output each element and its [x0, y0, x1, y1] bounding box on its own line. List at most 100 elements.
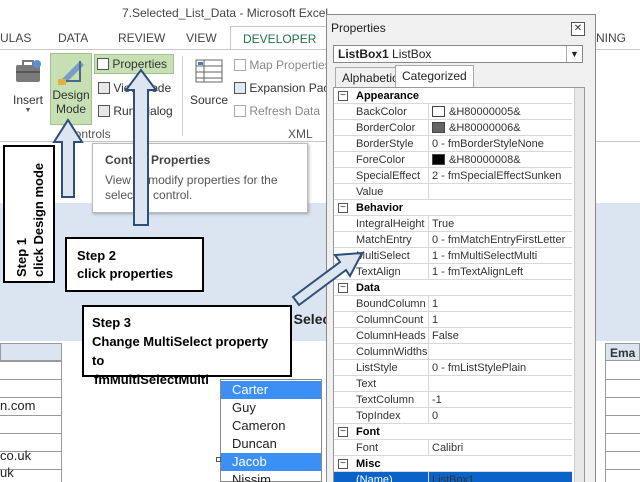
- property-category[interactable]: − Misc: [334, 456, 572, 472]
- property-row[interactable]: (Name) ListBox1: [334, 472, 572, 482]
- tab-planning[interactable]: NING: [596, 31, 626, 45]
- property-name: Font: [356, 426, 380, 438]
- property-value: 1 - fmMultiSelectMulti: [432, 250, 538, 262]
- property-value-cell[interactable]: 0 - fmMatchEntryFirstLetter: [432, 234, 565, 246]
- property-row[interactable]: TextAlign 1 - fmTextAlignLeft: [334, 264, 572, 280]
- property-row[interactable]: Value: [334, 184, 572, 200]
- run-dialog-button[interactable]: Run Dialog: [98, 104, 173, 118]
- property-separator: [428, 152, 429, 168]
- collapse-icon[interactable]: −: [338, 427, 348, 437]
- property-value-cell[interactable]: 2 - fmSpecialEffectSunken: [432, 170, 561, 182]
- design-mode-button[interactable]: Design Mode: [50, 53, 92, 125]
- property-name: Font: [356, 442, 379, 454]
- listbox-item[interactable]: Guy: [221, 399, 321, 417]
- property-value: -1: [432, 394, 442, 406]
- property-value-cell[interactable]: 1: [432, 298, 438, 310]
- property-row[interactable]: BackColor &H80000005&: [334, 104, 572, 120]
- property-row[interactable]: BorderColor &H80000006&: [334, 120, 572, 136]
- property-row[interactable]: MatchEntry 0 - fmMatchEntryFirstLetter: [334, 232, 572, 248]
- property-row[interactable]: Text: [334, 376, 572, 392]
- property-category[interactable]: − Data: [334, 280, 572, 296]
- listbox-item[interactable]: Cameron: [221, 417, 321, 435]
- grid-line: [605, 451, 640, 452]
- step2-title: Step 2: [77, 248, 117, 263]
- listbox-item[interactable]: Duncan: [221, 435, 321, 453]
- collapse-icon[interactable]: −: [338, 459, 348, 469]
- property-row[interactable]: Font Calibri: [334, 440, 572, 456]
- property-value-cell[interactable]: &H80000005&: [432, 106, 521, 118]
- property-row[interactable]: SpecialEffect 2 - fmSpecialEffectSunken: [334, 168, 572, 184]
- tab-review[interactable]: REVIEW: [118, 31, 165, 45]
- close-icon[interactable]: ✕: [571, 22, 585, 36]
- listbox[interactable]: Carter Guy Cameron Duncan Jacob Nissim: [220, 379, 322, 482]
- property-row[interactable]: TopIndex 0: [334, 408, 572, 424]
- property-category[interactable]: − Behavior: [334, 200, 572, 216]
- property-value-cell[interactable]: 0 - fmListStylePlain: [432, 362, 526, 374]
- property-separator: [428, 312, 429, 328]
- map-properties-button[interactable]: Map Properties: [234, 58, 331, 72]
- property-value: 0: [432, 410, 439, 422]
- listbox-item-selected[interactable]: Jacob: [221, 453, 321, 471]
- property-row[interactable]: ColumnWidths: [334, 344, 572, 360]
- grid-line: [0, 379, 62, 380]
- property-value-cell[interactable]: &H80000006&: [432, 122, 521, 134]
- step1-box: Step 1 click Design mode: [3, 145, 55, 283]
- property-category[interactable]: − Font: [334, 424, 572, 440]
- tab-data[interactable]: DATA: [58, 31, 88, 45]
- controls-group-label: Controls: [66, 127, 111, 141]
- property-value-cell[interactable]: 1 - fmTextAlignLeft: [432, 266, 523, 278]
- property-row[interactable]: ColumnHeads False: [334, 328, 572, 344]
- property-row[interactable]: ForeColor &H80000008&: [334, 152, 572, 168]
- property-separator: [428, 472, 429, 482]
- view-code-button[interactable]: View Code: [98, 81, 171, 95]
- property-value-cell[interactable]: 1: [432, 314, 438, 326]
- property-separator: [428, 376, 429, 392]
- source-button[interactable]: Source: [188, 58, 230, 107]
- property-row[interactable]: ColumnCount 1: [334, 312, 572, 328]
- tab-developer[interactable]: DEVELOPER: [230, 26, 330, 50]
- property-value-cell[interactable]: Calibri: [432, 442, 463, 454]
- property-separator: [428, 392, 429, 408]
- property-category[interactable]: − Appearance: [334, 88, 572, 104]
- collapse-icon[interactable]: −: [338, 283, 348, 293]
- tab-formulas[interactable]: ULAS: [0, 31, 31, 45]
- property-value-cell[interactable]: 0 - fmBorderStyleNone: [432, 138, 544, 150]
- property-row[interactable]: TextColumn -1: [334, 392, 572, 408]
- property-name: ForeColor: [356, 154, 405, 166]
- tab-categorized[interactable]: Categorized: [395, 65, 474, 87]
- collapse-icon[interactable]: −: [338, 203, 348, 213]
- toolbox-icon: [16, 60, 41, 82]
- property-value-cell[interactable]: 1 - fmMultiSelectMulti: [432, 250, 537, 262]
- property-separator: [428, 264, 429, 280]
- property-row[interactable]: MultiSelect 1 - fmMultiSelectMulti: [334, 248, 572, 264]
- object-selector[interactable]: ListBox1 ListBox ▼: [333, 45, 583, 63]
- property-scrollbar[interactable]: [574, 88, 584, 482]
- property-row[interactable]: BoundColumn 1: [334, 296, 572, 312]
- insert-button[interactable]: Insert ▼: [10, 56, 46, 114]
- map-properties-icon: [234, 59, 246, 71]
- collapse-icon[interactable]: −: [338, 91, 348, 101]
- property-name: IntegralHeight: [356, 218, 425, 230]
- resize-handle[interactable]: [216, 457, 221, 462]
- tab-view[interactable]: VIEW: [186, 31, 217, 45]
- property-name: TextAlign: [356, 266, 401, 278]
- property-separator: [428, 136, 429, 152]
- property-row[interactable]: ListStyle 0 - fmListStylePlain: [334, 360, 572, 376]
- chevron-down-icon[interactable]: ▼: [566, 46, 582, 62]
- properties-button[interactable]: Properties: [94, 54, 174, 74]
- property-row[interactable]: IntegralHeight True: [334, 216, 572, 232]
- property-name: BorderStyle: [356, 138, 414, 150]
- refresh-data-button[interactable]: Refresh Data: [234, 104, 320, 118]
- property-value-cell[interactable]: True: [432, 218, 454, 230]
- property-value-cell[interactable]: &H80000008&: [432, 154, 521, 166]
- grid-line: [605, 433, 640, 434]
- step1-title: Step 1: [14, 237, 29, 277]
- property-row[interactable]: BorderStyle 0 - fmBorderStyleNone: [334, 136, 572, 152]
- property-value-cell[interactable]: 0: [432, 410, 438, 422]
- listbox-item[interactable]: Nissim: [221, 471, 321, 482]
- color-swatch: [432, 106, 445, 117]
- property-value-cell[interactable]: ListBox1: [432, 474, 474, 482]
- property-value-cell[interactable]: -1: [432, 394, 442, 406]
- property-name: (Name): [356, 474, 393, 482]
- property-value-cell[interactable]: False: [432, 330, 459, 342]
